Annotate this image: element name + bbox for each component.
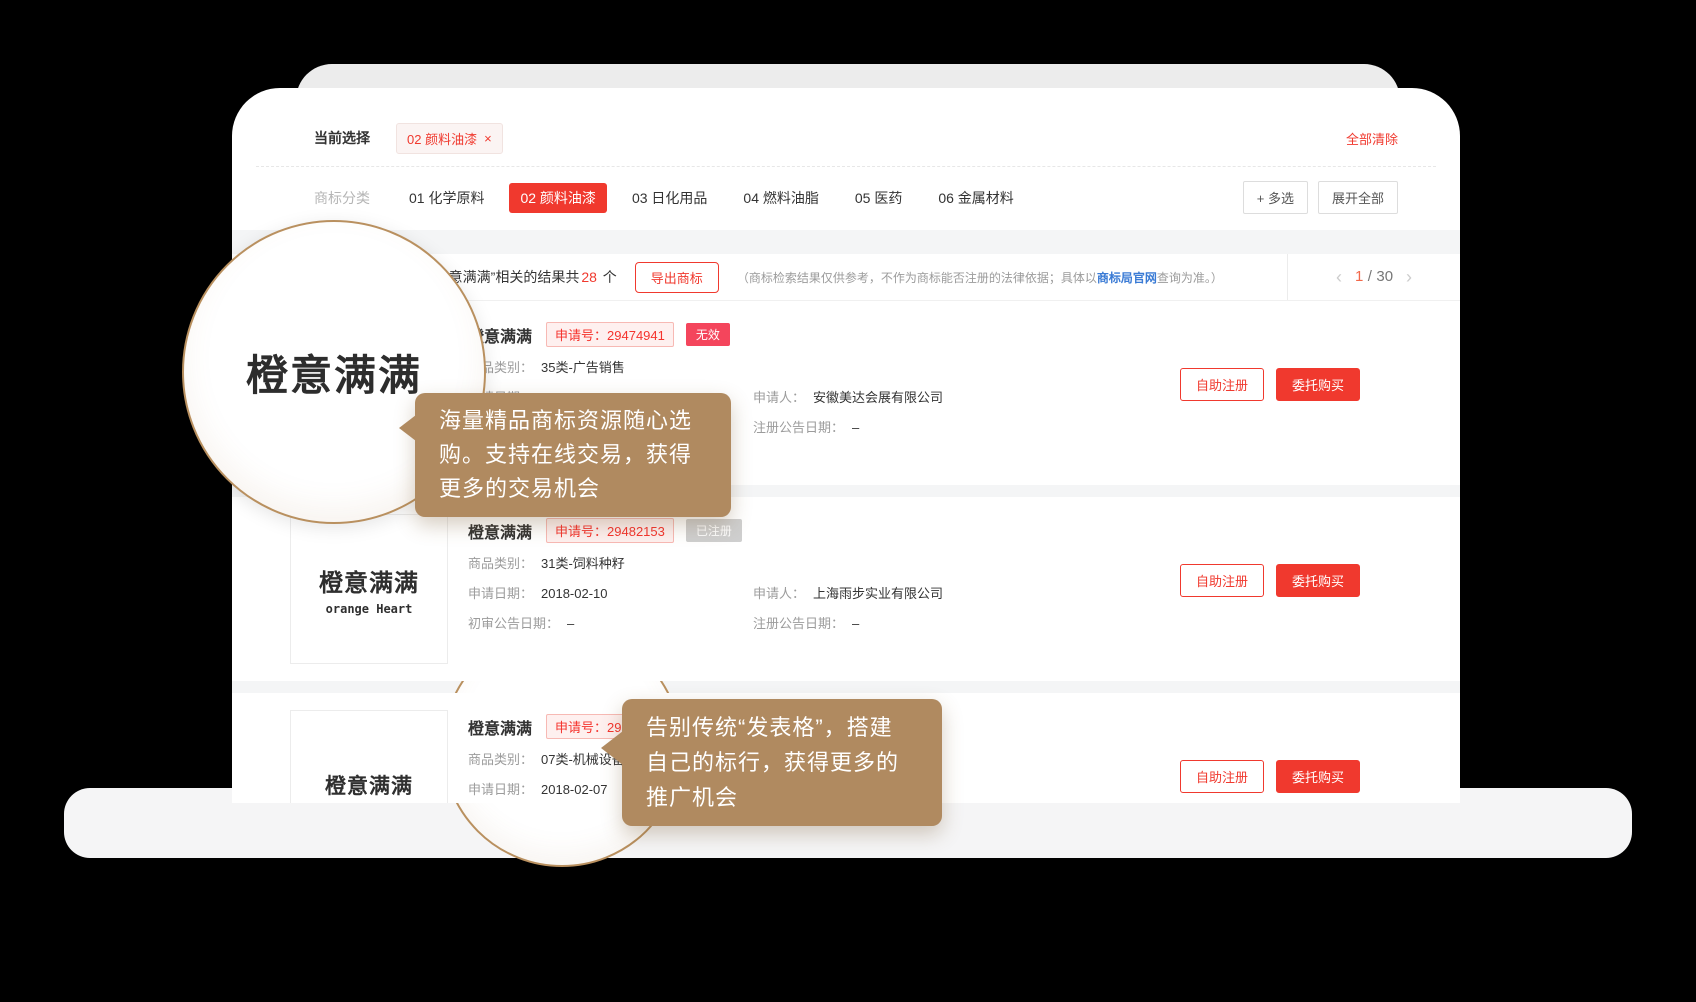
prev-page-icon[interactable]: ‹ <box>1336 268 1342 286</box>
current-page: 1 <box>1355 268 1363 285</box>
selected-filter-tag-text: 02 颜料油漆 <box>407 129 477 148</box>
entrust-buy-button[interactable]: 委托购买 <box>1276 564 1360 597</box>
category-item-01[interactable]: 01 化学原料 <box>398 183 495 213</box>
trademark-details: 橙意满满 申请号：29482153 已注册 商品类别： 31类-饲料种籽 申请日期… <box>468 514 1180 664</box>
category-bar: 商标分类 01 化学原料 02 颜料油漆 03 日化用品 04 燃料油脂 05 … <box>232 167 1460 230</box>
application-number-value: 29482153 <box>607 524 665 539</box>
entrust-buy-button[interactable]: 委托购买 <box>1276 760 1360 793</box>
trademark-name: 橙意满满 <box>468 715 532 739</box>
first-pub-label: 初审公告日期： <box>468 615 559 633</box>
field-line: 商品类别：35类-广告销售 <box>468 359 1180 377</box>
tooltip-line: 推广机会 <box>646 780 918 815</box>
trademark-name: 橙意满满 <box>468 519 532 543</box>
apply-date-label: 申请日期： <box>468 781 533 799</box>
callout-tooltip-1: 海量精品商标资源随心选 购。支持在线交易，获得 更多的交易机会 <box>415 393 731 517</box>
tooltip-arrow-left-icon <box>601 731 623 765</box>
page-separator: / <box>1368 268 1372 285</box>
apply-date-value: 2018-02-07 <box>541 781 608 799</box>
category-field-value: 31类-饲料种籽 <box>541 555 625 573</box>
selected-filter-tag[interactable]: 02 颜料油漆 × <box>396 123 503 154</box>
pagination: ‹ 1 / 30 › <box>1287 254 1460 300</box>
field-line: 申请日期： 2018-02-10 申请人： 上海雨步实业有限公司 <box>468 585 1180 603</box>
application-number-label: 申请号： <box>555 328 607 343</box>
tooltip-line: 海量精品商标资源随心选 <box>439 404 707 438</box>
trademark-office-link[interactable]: 商标局官网 <box>1097 271 1157 285</box>
field-line: 初审公告日期：– 注册公告日期：– <box>468 615 1180 633</box>
stage: 当前选择 02 颜料油漆 × 全部清除 商标分类 01 化学原料 02 颜料油漆… <box>0 0 1696 1002</box>
category-field-value: 35类-广告销售 <box>541 359 625 377</box>
tooltip-line: 自己的标行，获得更多的 <box>646 745 918 780</box>
self-register-button[interactable]: 自助注册 <box>1180 368 1264 401</box>
magnified-trademark-text: 橙意满满 <box>246 342 422 403</box>
trademark-title-line: 橙意满满 申请号：29474941 无效 <box>468 322 1180 347</box>
callout-tooltip-2: 告别传统“发表格”，搭建 自己的标行，获得更多的 推广机会 <box>622 699 942 826</box>
expand-all-button[interactable]: 展开全部 <box>1318 181 1398 214</box>
category-actions: + 多选 展开全部 <box>1243 181 1398 214</box>
row-actions: 自助注册 委托购买 <box>1180 760 1360 793</box>
results-count: 28 <box>579 269 599 285</box>
reg-pub-label: 注册公告日期： <box>753 615 844 633</box>
row-actions: 自助注册 委托购买 <box>1180 564 1360 597</box>
current-selection-label: 当前选择 <box>314 128 370 148</box>
category-field-label: 商品类别： <box>468 555 533 573</box>
results-summary-suffix: 个 <box>599 269 617 285</box>
trademark-image-subtext: orange Heart <box>326 602 413 616</box>
reg-pub-label: 注册公告日期： <box>753 419 844 437</box>
trademark-title-line: 橙意满满 申请号：29482153 已注册 <box>468 518 1180 543</box>
clear-all-button[interactable]: 全部清除 <box>1346 129 1398 148</box>
disclaimer-pre: （商标检索结果仅供参考，不作为商标能否注册的法律依据；具体以 <box>737 271 1097 285</box>
export-trademarks-button[interactable]: 导出商标 <box>635 262 719 293</box>
field-line: 商品类别： 31类-饲料种籽 <box>468 555 1180 573</box>
applicant-label: 申请人： <box>753 585 805 603</box>
application-number-value: 29474941 <box>607 328 665 343</box>
trademark-image: 橙意满满 <box>290 710 448 803</box>
apply-date-label: 申请日期： <box>468 585 533 603</box>
reg-pub-value: – <box>852 615 859 633</box>
application-number-tag: 申请号：29482153 <box>546 518 674 543</box>
row-actions: 自助注册 委托购买 <box>1180 368 1360 401</box>
status-badge: 已注册 <box>686 519 742 542</box>
tooltip-line: 告别传统“发表格”，搭建 <box>646 710 918 745</box>
tooltip-line: 购。支持在线交易，获得 <box>439 438 707 472</box>
application-number-label: 申请号： <box>555 720 607 735</box>
tooltip-arrow-left-icon <box>399 415 416 441</box>
filter-bar: 当前选择 02 颜料油漆 × 全部清除 <box>232 88 1460 166</box>
application-number-tag: 申请号：29474941 <box>546 322 674 347</box>
reg-pub-value: – <box>852 419 859 437</box>
next-page-icon[interactable]: › <box>1406 268 1412 286</box>
trademark-image: 橙意满满 orange Heart <box>290 514 448 664</box>
applicant-label: 申请人： <box>753 389 805 407</box>
category-item-04[interactable]: 04 燃料油脂 <box>732 183 829 213</box>
application-number-label: 申请号： <box>555 524 607 539</box>
multi-select-button[interactable]: + 多选 <box>1243 181 1308 214</box>
self-register-button[interactable]: 自助注册 <box>1180 760 1264 793</box>
category-item-06[interactable]: 06 金属材料 <box>927 183 1024 213</box>
apply-date-value: 2018-02-10 <box>541 585 608 603</box>
row-gap <box>232 681 1460 693</box>
tooltip-line: 更多的交易机会 <box>439 472 707 506</box>
category-item-02-active[interactable]: 02 颜料油漆 <box>509 183 606 213</box>
category-field-label: 商品类别： <box>468 751 533 769</box>
table-row: 橙意满满 orange Heart 橙意满满 申请号：29482153 已注册 … <box>232 497 1460 681</box>
applicant-value: 安徽美达会展有限公司 <box>813 389 943 407</box>
trademark-image-text: 橙意满满 <box>319 563 419 598</box>
page-indicator: 1 / 30 <box>1355 268 1393 286</box>
status-badge: 无效 <box>686 323 730 346</box>
disclaimer-post: 查询为准。） <box>1157 271 1223 285</box>
applicant-value: 上海雨步实业有限公司 <box>813 585 943 603</box>
category-item-03[interactable]: 03 日化用品 <box>621 183 718 213</box>
results-disclaimer: （商标检索结果仅供参考，不作为商标能否注册的法律依据；具体以商标局官网查询为准。… <box>737 269 1223 286</box>
tag-close-icon[interactable]: × <box>484 131 492 146</box>
category-bar-label: 商标分类 <box>314 188 370 208</box>
total-pages: 30 <box>1376 268 1393 285</box>
category-item-05[interactable]: 05 医药 <box>844 183 913 213</box>
first-pub-value: – <box>567 615 574 633</box>
self-register-button[interactable]: 自助注册 <box>1180 564 1264 597</box>
entrust-buy-button[interactable]: 委托购买 <box>1276 368 1360 401</box>
trademark-image-text: 橙意满满 <box>325 770 413 800</box>
